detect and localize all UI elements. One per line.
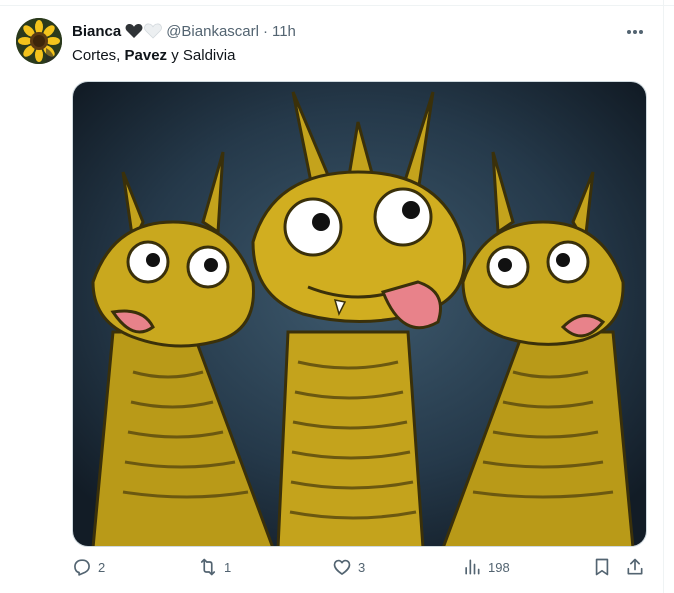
tweet[interactable]: Bianca @Biankascarl · 11h Cortes, Pavez … [0, 6, 663, 593]
tweet-text-bold[interactable]: Pavez [125, 47, 168, 64]
bookmark-button[interactable] [592, 555, 612, 579]
sunflower-avatar-image [16, 18, 62, 64]
author-name[interactable]: Bianca [72, 23, 121, 40]
share-icon [627, 558, 643, 575]
heart-icon [333, 559, 351, 575]
avatar[interactable] [16, 18, 62, 64]
bookmark-icon [595, 558, 609, 576]
retweet-button[interactable]: 1 [198, 555, 231, 579]
reply-icon [74, 559, 90, 576]
retweet-icon [200, 558, 216, 576]
right-divider [663, 0, 664, 593]
author-handle[interactable]: @Biankascarl [166, 23, 259, 40]
tweet-actions: 2 1 3 198 [72, 555, 652, 579]
emoji-hearts [125, 23, 163, 39]
white-heart-icon [144, 23, 163, 39]
tweet-text-part: y Saldivia [167, 47, 236, 64]
reply-count: 2 [98, 559, 106, 575]
views-button[interactable]: 198 [462, 555, 510, 579]
like-count: 3 [358, 559, 366, 575]
separator-dot: · [262, 22, 268, 40]
tweet-header: Bianca @Biankascarl · 11h [72, 20, 296, 42]
three-headed-dragon-image [73, 82, 646, 546]
reply-button[interactable]: 2 [72, 555, 105, 579]
share-button[interactable] [625, 555, 645, 579]
tweet-text: Cortes, Pavez y Saldivia [72, 46, 235, 66]
tweet-text-part: Cortes, [72, 47, 125, 64]
post-time[interactable]: 11h [272, 23, 296, 40]
more-icon[interactable] [623, 22, 647, 42]
views-icon [465, 559, 480, 575]
views-count: 198 [488, 559, 510, 575]
black-heart-icon [125, 23, 143, 38]
retweet-count: 1 [224, 559, 232, 575]
like-button[interactable]: 3 [332, 555, 365, 579]
tweet-image[interactable] [72, 81, 647, 547]
